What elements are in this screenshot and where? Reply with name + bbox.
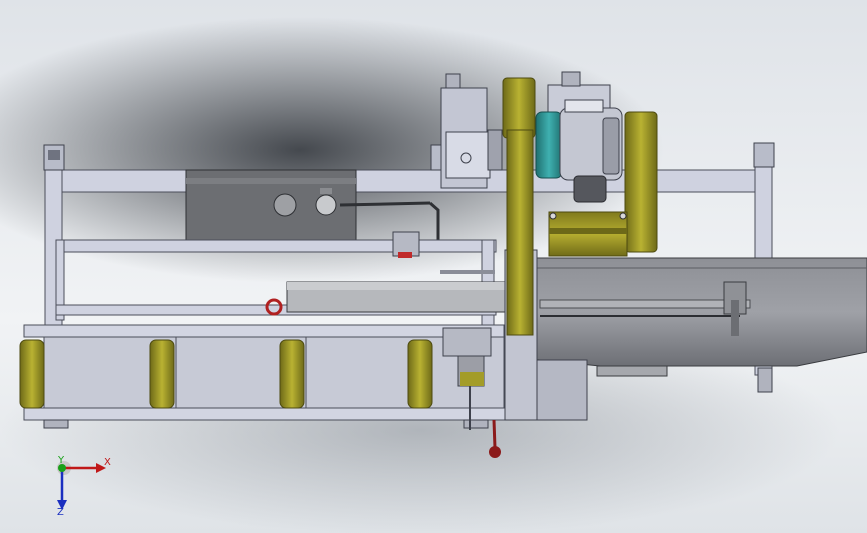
z-axis-label: Z bbox=[57, 507, 64, 518]
x-axis-label: X bbox=[104, 457, 111, 468]
pneumatic-cylinder[interactable] bbox=[265, 281, 508, 316]
y-axis-label: Y bbox=[58, 455, 65, 466]
assembly-model[interactable] bbox=[0, 0, 867, 533]
pulley-guard[interactable] bbox=[624, 111, 658, 253]
middle-frame[interactable] bbox=[55, 231, 497, 331]
belt-guard[interactable] bbox=[502, 77, 536, 336]
crank-block[interactable] bbox=[548, 211, 628, 257]
graphics-viewport[interactable]: X Y Z bbox=[0, 0, 867, 533]
coordinate-triad: X Y Z bbox=[40, 448, 120, 523]
